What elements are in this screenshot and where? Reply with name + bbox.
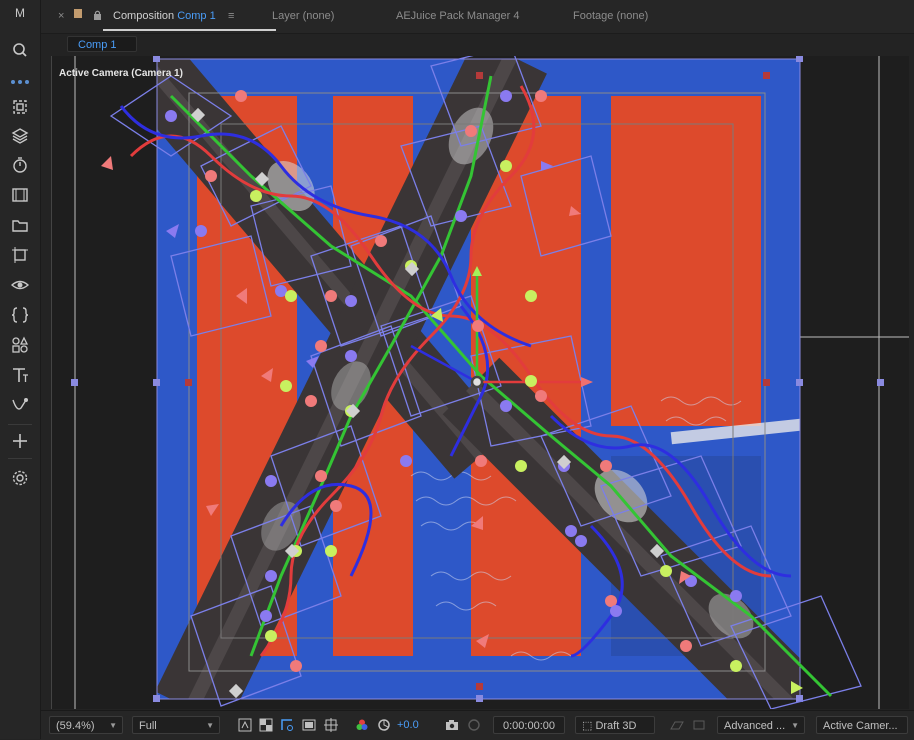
transparency-grid-icon[interactable] (258, 717, 274, 733)
chevron-down-icon: ▼ (109, 721, 117, 730)
search-icon[interactable] (9, 40, 31, 62)
red-letter-stroke (611, 96, 761, 426)
plus-icon[interactable] (9, 430, 31, 452)
sidebar-divider (8, 424, 32, 425)
text-icon[interactable] (9, 364, 31, 386)
tab-composition-name: Comp 1 (177, 10, 216, 22)
film-icon[interactable] (9, 184, 31, 206)
composition-viewer[interactable]: Active Camera (Camera 1) (51, 56, 909, 709)
region-of-interest-icon[interactable] (301, 717, 317, 733)
tools-sidebar: M (0, 0, 41, 739)
tab-footage-value: (none) (616, 10, 649, 22)
camera-view-dropdown[interactable]: Active Camer... (816, 716, 908, 734)
fast-preview-icon[interactable] (237, 717, 253, 733)
tab-aejuice[interactable]: AEJuice Pack Manager 4 (396, 10, 520, 22)
draft-3d-toggle[interactable]: ⬚ Draft 3D (575, 716, 655, 734)
composition-navigator-bar: Comp 1 (41, 33, 914, 56)
folder-icon[interactable] (9, 214, 31, 236)
timecode-value: 0:00:00:00 (503, 720, 555, 732)
chevron-down-icon: ▼ (791, 721, 799, 730)
extended-viewer-icon[interactable] (691, 717, 707, 733)
current-time-field[interactable]: 0:00:00:00 (493, 716, 565, 734)
more-dots-icon[interactable] (11, 80, 29, 84)
magnification-dropdown[interactable]: (59.4%) ▼ (49, 716, 123, 734)
panel-tab-bar: × Composition Comp 1 ≡ Layer (none) AEJu… (41, 0, 914, 33)
viewer-canvas (51, 56, 909, 709)
chevron-down-icon: ▼ (206, 721, 214, 730)
viewer-footer-bar: (59.4%) ▼ Full ▼ +0.0 0:00:00:00 ⬚ Draft 3… (41, 710, 914, 740)
color-channels-icon[interactable] (354, 717, 370, 733)
exposure-value[interactable]: +0.0 (397, 716, 419, 734)
comp-breadcrumb[interactable]: Comp 1 (67, 36, 137, 52)
eye-icon[interactable] (9, 274, 31, 296)
panel-color-icon (74, 9, 82, 18)
active-tab-indicator (103, 29, 276, 31)
renderer-value: Draft 3D (595, 720, 637, 732)
tab-aejuice-label: AEJuice Pack Manager 4 (396, 10, 520, 22)
artboard-icon[interactable] (9, 244, 31, 266)
zoom-value: (59.4%) (56, 720, 95, 732)
app-logo[interactable]: M (0, 6, 40, 20)
snapshot-camera-icon[interactable] (444, 717, 460, 733)
show-snapshot-icon[interactable] (466, 717, 482, 733)
grid-guides-icon[interactable] (323, 717, 339, 733)
tab-composition[interactable]: Composition Comp 1 (113, 10, 216, 22)
tab-layer[interactable]: Layer (none) (272, 10, 334, 22)
tab-footage[interactable]: Footage (none) (573, 10, 648, 22)
tab-composition-label: Composition (113, 10, 175, 22)
layers-icon[interactable] (9, 125, 31, 147)
camera-view-value: Active Camer... (823, 720, 898, 732)
panel-menu-icon[interactable]: ≡ (228, 10, 234, 22)
timer-icon[interactable] (9, 154, 31, 176)
lock-icon[interactable] (93, 10, 102, 23)
mask-visibility-icon[interactable] (279, 717, 295, 733)
shapes-icon[interactable] (9, 334, 31, 356)
resolution-dropdown[interactable]: Full ▼ (132, 716, 220, 734)
settings-icon[interactable] (9, 467, 31, 489)
braces-icon[interactable] (9, 304, 31, 326)
tab-footage-label: Footage (573, 10, 614, 22)
view-options-value: Advanced ... (724, 720, 786, 732)
view-options-dropdown[interactable]: Advanced ... ▼ (717, 716, 805, 734)
reset-exposure-icon[interactable] (376, 717, 392, 733)
path-icon[interactable] (9, 394, 31, 416)
tab-layer-value: (none) (302, 10, 335, 22)
draft-3d-icon: ⬚ (582, 720, 596, 732)
tab-layer-label: Layer (272, 10, 300, 22)
3d-ground-plane-icon[interactable] (669, 717, 685, 733)
active-camera-label: Active Camera (Camera 1) (59, 68, 183, 79)
close-tab-icon[interactable]: × (58, 10, 64, 22)
resolution-value: Full (139, 720, 157, 732)
crop-icon[interactable] (9, 96, 31, 118)
sidebar-divider (8, 458, 32, 459)
